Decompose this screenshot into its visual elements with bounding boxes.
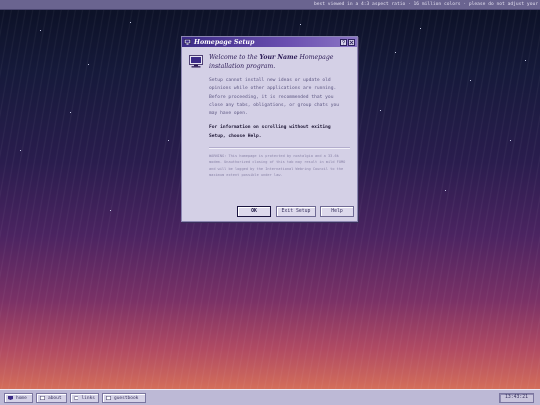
dialog-content: Welcome to the Your Name Homepage instal… bbox=[209, 53, 350, 179]
welcome-heading: Welcome to the Your Name Homepage instal… bbox=[209, 53, 350, 71]
exit-setup-button[interactable]: Exit Setup bbox=[276, 206, 316, 217]
star bbox=[525, 60, 526, 61]
taskbar-item-links[interactable]: links bbox=[70, 393, 99, 403]
welcome-prefix: Welcome to the bbox=[209, 54, 260, 61]
banner-text: best viewed in a 4:3 aspect ratio · 16 m… bbox=[313, 2, 538, 7]
dialog-title: Homepage Setup bbox=[194, 38, 255, 46]
star bbox=[300, 24, 301, 25]
ok-button[interactable]: OK bbox=[237, 206, 271, 217]
close-icon bbox=[349, 40, 354, 44]
dialog-body: Welcome to the Your Name Homepage instal… bbox=[182, 47, 357, 179]
taskbar-label: links bbox=[81, 395, 95, 401]
star bbox=[40, 30, 41, 31]
divider bbox=[209, 147, 350, 150]
dialog-buttons: OK Exit Setup Help bbox=[182, 206, 357, 218]
star bbox=[445, 190, 446, 191]
setup-paragraph: Setup cannot install new ideas or update… bbox=[209, 78, 339, 117]
document-icon bbox=[106, 396, 111, 400]
setup-dialog: Homepage Setup Welcome to the Your Name … bbox=[181, 36, 358, 222]
monitor-icon bbox=[8, 396, 13, 400]
star bbox=[70, 112, 71, 113]
star bbox=[168, 140, 169, 141]
monitor-icon bbox=[184, 39, 191, 45]
computer-icon bbox=[189, 55, 203, 68]
taskbar-label: about bbox=[48, 395, 62, 401]
taskbar-label: home bbox=[16, 395, 27, 401]
taskbar: home about links guestbook 13:43:21 bbox=[0, 389, 540, 405]
star bbox=[130, 22, 131, 23]
taskbar-label: guestbook bbox=[114, 395, 139, 401]
warning-text: WARNING: This homepage is protected by n… bbox=[209, 154, 346, 178]
welcome-name: Your Name bbox=[259, 54, 298, 61]
taskbar-item-guestbook[interactable]: guestbook bbox=[102, 393, 146, 403]
taskbar-item-about[interactable]: about bbox=[36, 393, 67, 403]
help-button[interactable]: Help bbox=[320, 206, 354, 217]
close-title-button[interactable] bbox=[348, 38, 355, 46]
document-icon bbox=[40, 396, 45, 400]
taskbar-item-home[interactable]: home bbox=[4, 393, 33, 403]
help-icon bbox=[342, 39, 345, 44]
star bbox=[110, 210, 111, 211]
star bbox=[470, 80, 471, 81]
star bbox=[420, 28, 421, 29]
taskbar-clock: 13:43:21 bbox=[499, 393, 534, 403]
help-instruction: For information on scrolling without exi… bbox=[209, 125, 331, 139]
star bbox=[380, 110, 381, 111]
dialog-titlebar[interactable]: Homepage Setup bbox=[182, 37, 357, 47]
star bbox=[510, 140, 511, 141]
folder-icon bbox=[74, 396, 79, 400]
top-banner: best viewed in a 4:3 aspect ratio · 16 m… bbox=[0, 0, 540, 10]
help-title-button[interactable] bbox=[340, 38, 347, 46]
star bbox=[20, 150, 21, 151]
star bbox=[88, 64, 89, 65]
star bbox=[395, 52, 396, 53]
